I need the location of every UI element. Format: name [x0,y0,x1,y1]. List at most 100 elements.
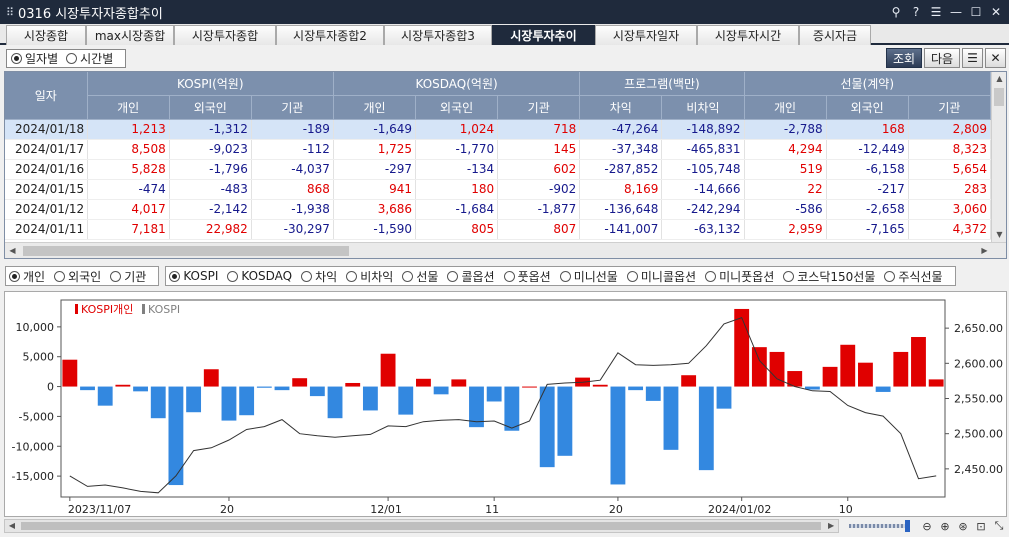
radio-hourly-dot[interactable] [66,52,78,64]
zoom-reset-icon[interactable]: ⊛ [955,518,971,534]
bar-kospi-individual [345,382,361,387]
col-header[interactable]: 외국인 [169,95,252,120]
menu-icon[interactable]: ☰ [927,3,945,21]
table-row[interactable]: 2024/01/11 7,181 22,982 -30,297 -1,590 805 807… [5,219,992,240]
radio-hourly[interactable]: 시간별 [66,50,113,67]
tab-max-market-overview[interactable]: max시장종합 [86,25,174,45]
table-row[interactable]: 2024/01/16 5,828 -1,796 -4,037 -297 -134 602 -2… [5,159,992,180]
maximize-icon[interactable]: ☐ [967,3,985,21]
scroll-left-arrow-icon[interactable]: ◀ [5,243,20,258]
market-option-dot[interactable] [169,270,181,282]
tab-market-investor-overview-3[interactable]: 시장투자종합3 [384,25,492,45]
market-option-dot[interactable] [402,270,414,282]
tab-market-investor-overview[interactable]: 시장투자종합 [174,25,276,45]
market-option[interactable]: 미니콜옵션 [626,268,696,285]
table-row[interactable]: 2024/01/15 -474 -483 868 941 180 -902 8,169 -14,… [5,179,992,200]
zoom-area-icon[interactable]: ⊡ [973,518,989,534]
tab-market-investor-trend[interactable]: 시장투자추이 [492,25,595,45]
investor-option[interactable]: 외국인 [54,268,101,285]
bar-kospi-individual [150,386,166,419]
market-option[interactable]: KOSDAQ [227,269,292,283]
scroll-down-arrow-icon[interactable]: ▼ [992,228,1006,242]
table-hscroll-thumb[interactable] [23,246,349,256]
col-header[interactable]: 비차익 [661,95,745,120]
investor-option[interactable]: 기관 [110,268,146,285]
market-option-dot[interactable] [705,270,717,282]
market-option-dot[interactable] [626,270,638,282]
table-row[interactable]: 2024/01/18 1,213 -1,312 -189 -1,649 1,024 718-… [5,119,992,140]
market-option-dot[interactable] [301,270,313,282]
market-option[interactable]: 풋옵션 [503,268,551,285]
market-option-dot[interactable] [783,270,795,282]
table-horizontal-scrollbar[interactable]: ◀ ▶ [5,242,1006,258]
pin-icon[interactable]: ⚲ [887,3,905,21]
radio-daily[interactable]: 일자별 [11,50,58,67]
investor-option[interactable]: 개인 [9,268,45,285]
table-vscroll-thumb[interactable] [994,88,1004,106]
close-window-icon[interactable]: ✕ [987,3,1005,21]
minimize-icon[interactable]: — [947,3,965,21]
tab-market-investor-daily[interactable]: 시장투자일자 [595,25,697,45]
chart-scroll-left-icon[interactable]: ◀ [5,519,19,533]
next-button[interactable]: 다음 [924,48,960,68]
col-header[interactable]: 기관 [251,95,334,120]
market-option[interactable]: 주식선물 [884,268,943,285]
market-option[interactable]: 미니풋옵션 [705,268,774,285]
table-row[interactable]: 2024/01/12 4,017 -2,142 -1,938 3,686 -1,684 -1… [5,199,992,220]
window-grip-icon[interactable]: ⠿ [0,6,18,19]
col-header[interactable]: 외국인 [415,95,499,120]
col-header-date[interactable]: 일자 [5,72,88,120]
market-option-dot[interactable] [447,270,459,282]
market-option-dot[interactable] [884,270,896,282]
market-option[interactable]: KOSPI [169,269,218,283]
chart-hscroll-thumb[interactable] [21,522,821,530]
value-cell: -474 [87,179,170,200]
scroll-right-arrow-icon[interactable]: ▶ [977,243,992,258]
market-option[interactable]: 선물 [402,268,438,285]
table-row[interactable]: 2024/01/17 8,508 -9,023 -112 1,725 -1,770 145-… [5,139,992,160]
x-axis-tick-label: 20 [609,503,623,516]
zoom-out-icon[interactable]: ⊖ [919,518,935,534]
market-option[interactable]: 비차익 [346,268,393,285]
market-option-dot[interactable] [503,270,515,282]
group-header-program: 프로그램(백만) [579,72,745,96]
chart-scroll-right-icon[interactable]: ▶ [824,519,838,533]
market-option[interactable]: 콜옵션 [447,268,495,285]
tab-market-investor-overview-2[interactable]: 시장투자종합2 [276,25,384,45]
col-header[interactable]: 기관 [497,95,581,120]
col-header[interactable]: 개인 [333,95,417,120]
radio-daily-dot[interactable] [11,52,22,64]
investor-option-dot[interactable] [54,270,66,282]
col-header[interactable]: 기관 [908,95,992,120]
market-option-dot[interactable] [227,270,239,282]
market-option[interactable]: 미니선물 [559,268,618,285]
col-header[interactable]: 개인 [744,95,827,120]
list-icon[interactable]: ☰ [962,48,983,68]
market-option-dot[interactable] [559,270,571,282]
tab-market-overview[interactable]: 시장종합 [6,25,86,45]
investor-option-dot[interactable] [9,270,20,282]
table-vertical-scrollbar[interactable]: ▲ ▼ [991,72,1006,242]
value-cell: 718 [497,119,581,140]
investor-option-dot[interactable] [110,270,122,282]
help-icon[interactable]: ? [907,3,925,21]
expand-icon[interactable]: ⤡ [991,518,1007,534]
col-header[interactable]: 차익 [579,95,663,120]
zoom-slider-knob[interactable] [905,520,911,532]
value-cell: 807 [497,219,581,240]
zoom-in-icon[interactable]: ⊕ [937,518,953,534]
zoom-slider[interactable] [849,519,913,533]
query-button[interactable]: 조회 [886,48,922,68]
market-option[interactable]: 코스닥150선물 [783,268,875,285]
market-option[interactable]: 차익 [301,268,337,285]
col-header[interactable]: 개인 [87,95,170,120]
value-cell: 283 [908,179,992,200]
market-option-dot[interactable] [346,270,358,282]
close-icon[interactable]: ✕ [985,48,1006,68]
tab-market-funds[interactable]: 증시자금 [799,25,871,45]
tab-market-investor-time[interactable]: 시장투자시간 [697,25,799,45]
scroll-up-arrow-icon[interactable]: ▲ [992,72,1006,86]
zoom-slider-track[interactable] [849,524,910,528]
chart-horizontal-scrollbar[interactable]: ◀ ▶ [4,519,840,533]
col-header[interactable]: 외국인 [826,95,909,120]
